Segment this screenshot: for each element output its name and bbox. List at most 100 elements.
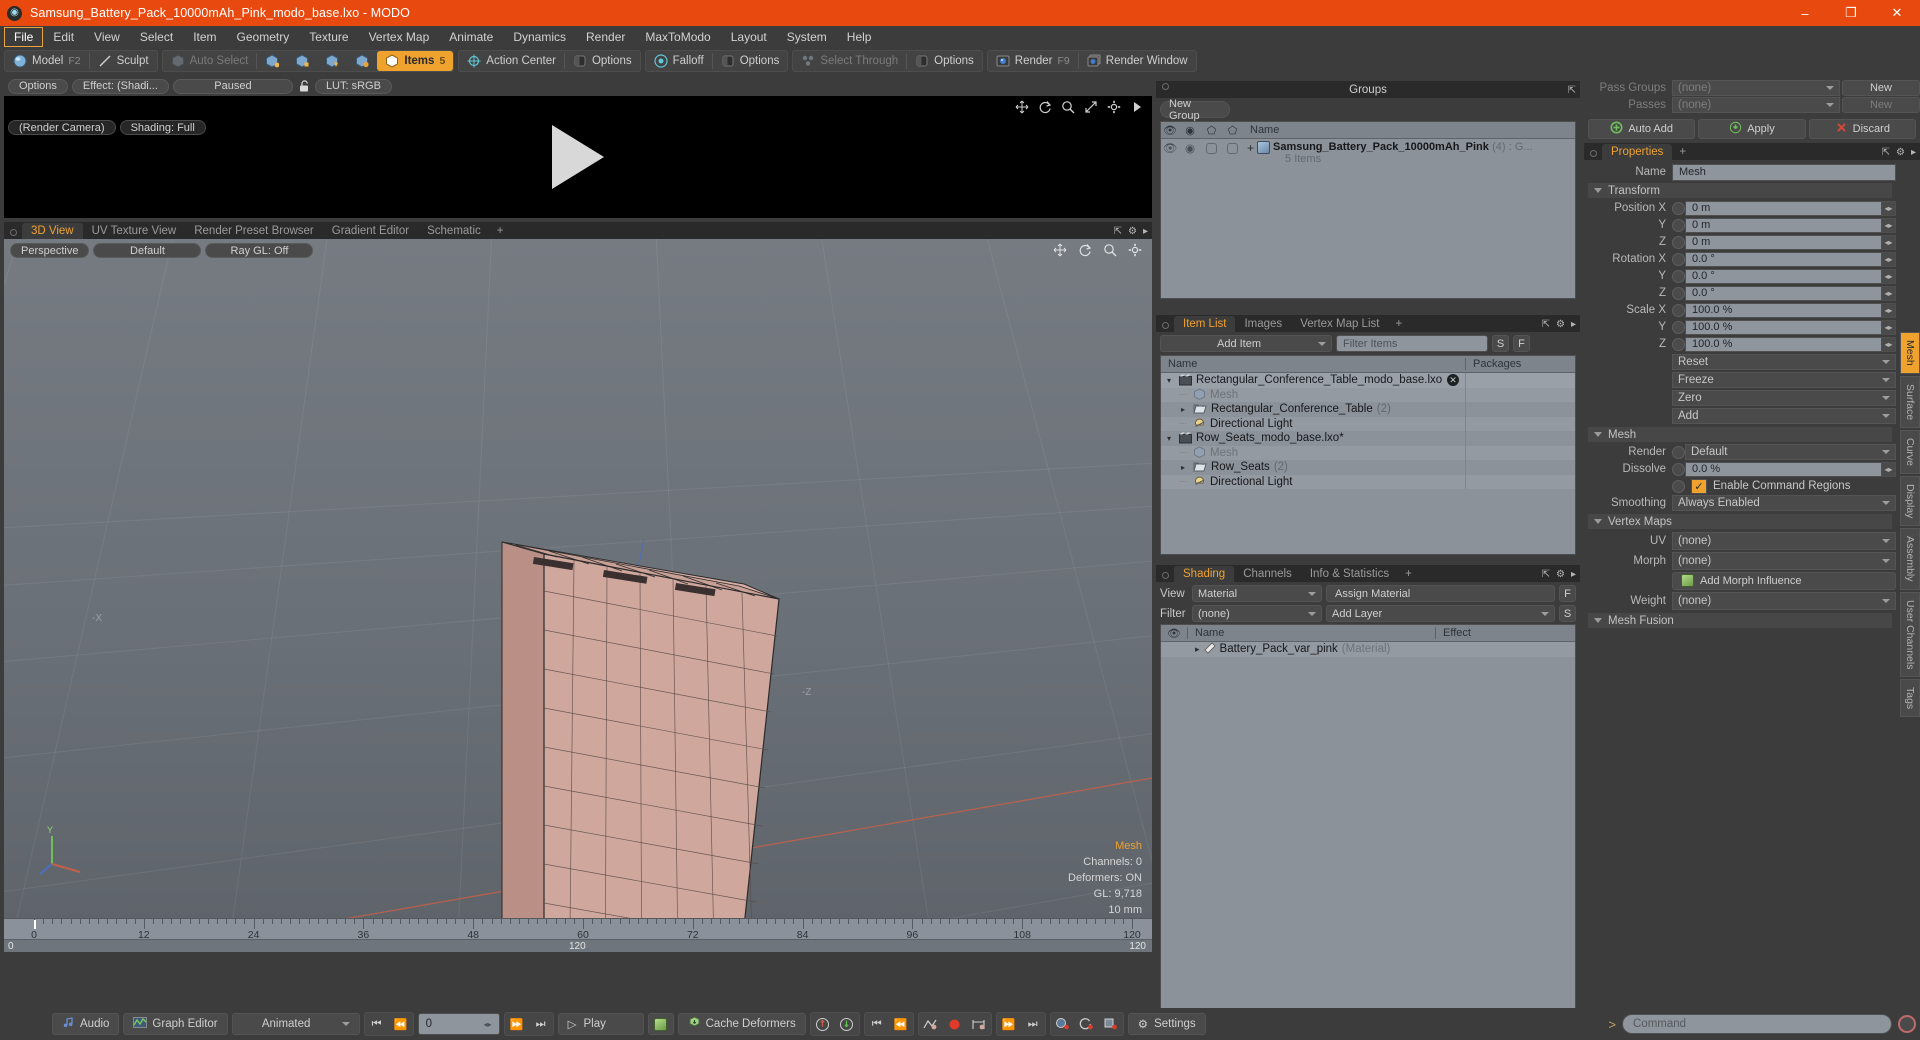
properties-vtab-assembly[interactable]: Assembly xyxy=(1900,528,1920,590)
maximize-panel-icon[interactable]: ⇱ xyxy=(1568,86,1576,96)
tab-gradient-editor[interactable]: Gradient Editor xyxy=(323,223,418,239)
expand-icon[interactable]: ▸ xyxy=(1177,463,1189,472)
previous-frame-button[interactable]: ⏪ xyxy=(389,1013,413,1035)
gear-icon[interactable] xyxy=(1107,100,1121,114)
menu-item-item[interactable]: Item xyxy=(183,27,226,47)
key-range-button[interactable] xyxy=(967,1013,991,1035)
maximize-panel-icon[interactable]: ⇱ xyxy=(1542,570,1550,580)
item-list-row[interactable]: ▾ Row_Seats_modo_base.lxo* xyxy=(1161,431,1575,446)
menu-item-dynamics[interactable]: Dynamics xyxy=(503,27,576,47)
tab-item-list[interactable]: Item List xyxy=(1174,316,1236,332)
materials-mode-button[interactable] xyxy=(347,51,377,71)
mesh-section-header[interactable]: Mesh xyxy=(1588,427,1892,442)
rotate-icon[interactable] xyxy=(1078,243,1092,257)
transform-action-dropdown[interactable]: Zero xyxy=(1672,389,1896,406)
menu-item-select[interactable]: Select xyxy=(130,27,183,47)
menu-item-vertex-map[interactable]: Vertex Map xyxy=(359,27,440,47)
loop-button[interactable] xyxy=(647,1013,674,1035)
transform-section-header[interactable]: Transform xyxy=(1588,183,1892,198)
jump-end-button[interactable]: ⏭ xyxy=(1021,1013,1045,1035)
menu-item-view[interactable]: View xyxy=(84,27,130,47)
falloff-button[interactable]: Falloff xyxy=(646,51,712,71)
passes-new-button[interactable]: New xyxy=(1842,97,1920,113)
add-morph-influence-button[interactable]: Add Morph Influence xyxy=(1672,571,1896,590)
panel-menu-dot[interactable] xyxy=(1590,150,1597,157)
filter-f-button[interactable]: F xyxy=(1513,335,1530,352)
properties-vtab-mesh[interactable]: Mesh xyxy=(1900,332,1920,374)
menu-item-edit[interactable]: Edit xyxy=(43,27,84,47)
close-button[interactable]: ✕ xyxy=(1874,0,1920,26)
panel-menu-dot[interactable] xyxy=(10,229,17,236)
jump-forward-button[interactable]: ⏩ xyxy=(997,1013,1021,1035)
maximize-panel-icon[interactable]: ⇱ xyxy=(1882,148,1890,158)
transform-input[interactable]: 0 m xyxy=(1685,234,1882,250)
move-icon[interactable] xyxy=(1015,100,1029,114)
item-list-row[interactable]: ··· Directional Light xyxy=(1161,474,1575,489)
item-list-row[interactable]: ··· Mesh xyxy=(1161,387,1575,402)
view-perspective-button[interactable]: Perspective xyxy=(10,243,90,258)
dissolve-spinner[interactable]: ◂▸ xyxy=(1882,461,1896,477)
item-list-row[interactable]: ··· Directional Light xyxy=(1161,416,1575,431)
add-item-button[interactable]: Add Item xyxy=(1160,335,1332,352)
render-dropdown[interactable]: Default xyxy=(1685,444,1896,460)
weight-dropdown[interactable]: (none) xyxy=(1672,591,1896,610)
key-down-button[interactable] xyxy=(835,1013,859,1035)
gear-icon[interactable] xyxy=(1128,243,1142,257)
filter-dropdown[interactable]: (none) xyxy=(1192,605,1322,622)
graph-editor-button[interactable]: Graph Editor xyxy=(123,1013,228,1035)
dissolve-input[interactable]: 0.0 % xyxy=(1685,461,1882,477)
smoothing-dropdown[interactable]: Always Enabled xyxy=(1672,495,1896,511)
menu-item-system[interactable]: System xyxy=(777,27,837,47)
menu-item-help[interactable]: Help xyxy=(837,27,882,47)
properties-vtab-user-channels[interactable]: User Channels xyxy=(1900,591,1920,678)
play-icon[interactable] xyxy=(1130,100,1144,114)
tab-schematic[interactable]: Schematic xyxy=(418,223,490,239)
transform-input[interactable]: 0 m xyxy=(1685,217,1882,233)
channel-knob[interactable] xyxy=(1672,235,1685,249)
close-icon[interactable]: ✕ xyxy=(1447,374,1459,387)
channel-knob[interactable] xyxy=(1672,218,1685,232)
pass-groups-dropdown[interactable]: (none) xyxy=(1672,80,1840,96)
go-to-start-button[interactable]: ⏮ xyxy=(365,1013,389,1035)
chevron-right-icon[interactable]: ▸ xyxy=(1571,570,1576,580)
gear-icon[interactable]: ⚙ xyxy=(1556,320,1565,330)
properties-vtab-surface[interactable]: Surface xyxy=(1900,375,1920,428)
viewport-3d-canvas[interactable]: -Z -X Y Perspective Default Ray GL: Off xyxy=(4,239,1152,952)
filter-items-input[interactable]: Filter Items xyxy=(1336,335,1488,352)
row-shade-toggle[interactable] xyxy=(1201,141,1222,154)
tab-add[interactable]: + xyxy=(1672,144,1693,160)
enable-command-regions-checkbox[interactable]: ✓ xyxy=(1691,478,1707,494)
view-dropdown[interactable]: Material xyxy=(1192,585,1322,602)
go-to-end-button[interactable]: ⏭ xyxy=(529,1013,553,1035)
row-eye-icon[interactable]: 👁 xyxy=(1161,141,1179,155)
menu-item-file[interactable]: File xyxy=(4,27,44,47)
zoom-icon[interactable] xyxy=(1103,243,1117,257)
transform-spinner[interactable]: ◂▸ xyxy=(1882,285,1896,301)
rotate-icon[interactable] xyxy=(1038,100,1052,114)
menu-item-animate[interactable]: Animate xyxy=(439,27,503,47)
shading-table-row[interactable]: ▸ Battery_Pack_var_pink (Material) xyxy=(1161,642,1575,657)
menu-item-texture[interactable]: Texture xyxy=(299,27,358,47)
properties-vtab-tags[interactable]: Tags xyxy=(1900,679,1920,718)
channel-knob[interactable] xyxy=(1672,269,1685,283)
panel-menu-dot[interactable] xyxy=(1162,572,1169,579)
dissolve-channel-knob[interactable] xyxy=(1672,462,1685,476)
timeline-ruler[interactable]: 0 12 24 36 48 60 72 84 96 108 120 0 120 120 xyxy=(4,918,1152,952)
items-mode-button[interactable]: Items 5 xyxy=(377,51,454,71)
key-delete-button[interactable] xyxy=(1099,1013,1123,1035)
play-button[interactable]: ▷ Play xyxy=(557,1013,644,1035)
current-frame-input[interactable]: 0 ◂▸ xyxy=(417,1013,500,1035)
discard-button[interactable]: Discard xyxy=(1808,119,1916,139)
maximize-panel-icon[interactable]: ⇱ xyxy=(1542,320,1550,330)
key-up-button[interactable] xyxy=(811,1013,835,1035)
gear-icon[interactable]: ⚙ xyxy=(1896,148,1905,158)
fit-icon[interactable] xyxy=(1084,100,1098,114)
frame-spinner[interactable]: ◂▸ xyxy=(484,1020,492,1029)
transform-input[interactable]: 0 m xyxy=(1685,200,1882,216)
gear-icon[interactable]: ⚙ xyxy=(1128,227,1137,237)
filter-s-button[interactable]: S xyxy=(1492,335,1509,352)
model-mode-button[interactable]: Model F2 xyxy=(5,51,89,71)
key-curve-button[interactable] xyxy=(919,1013,943,1035)
polygons-mode-button[interactable] xyxy=(317,51,347,71)
apply-button[interactable]: Apply xyxy=(1698,119,1806,139)
